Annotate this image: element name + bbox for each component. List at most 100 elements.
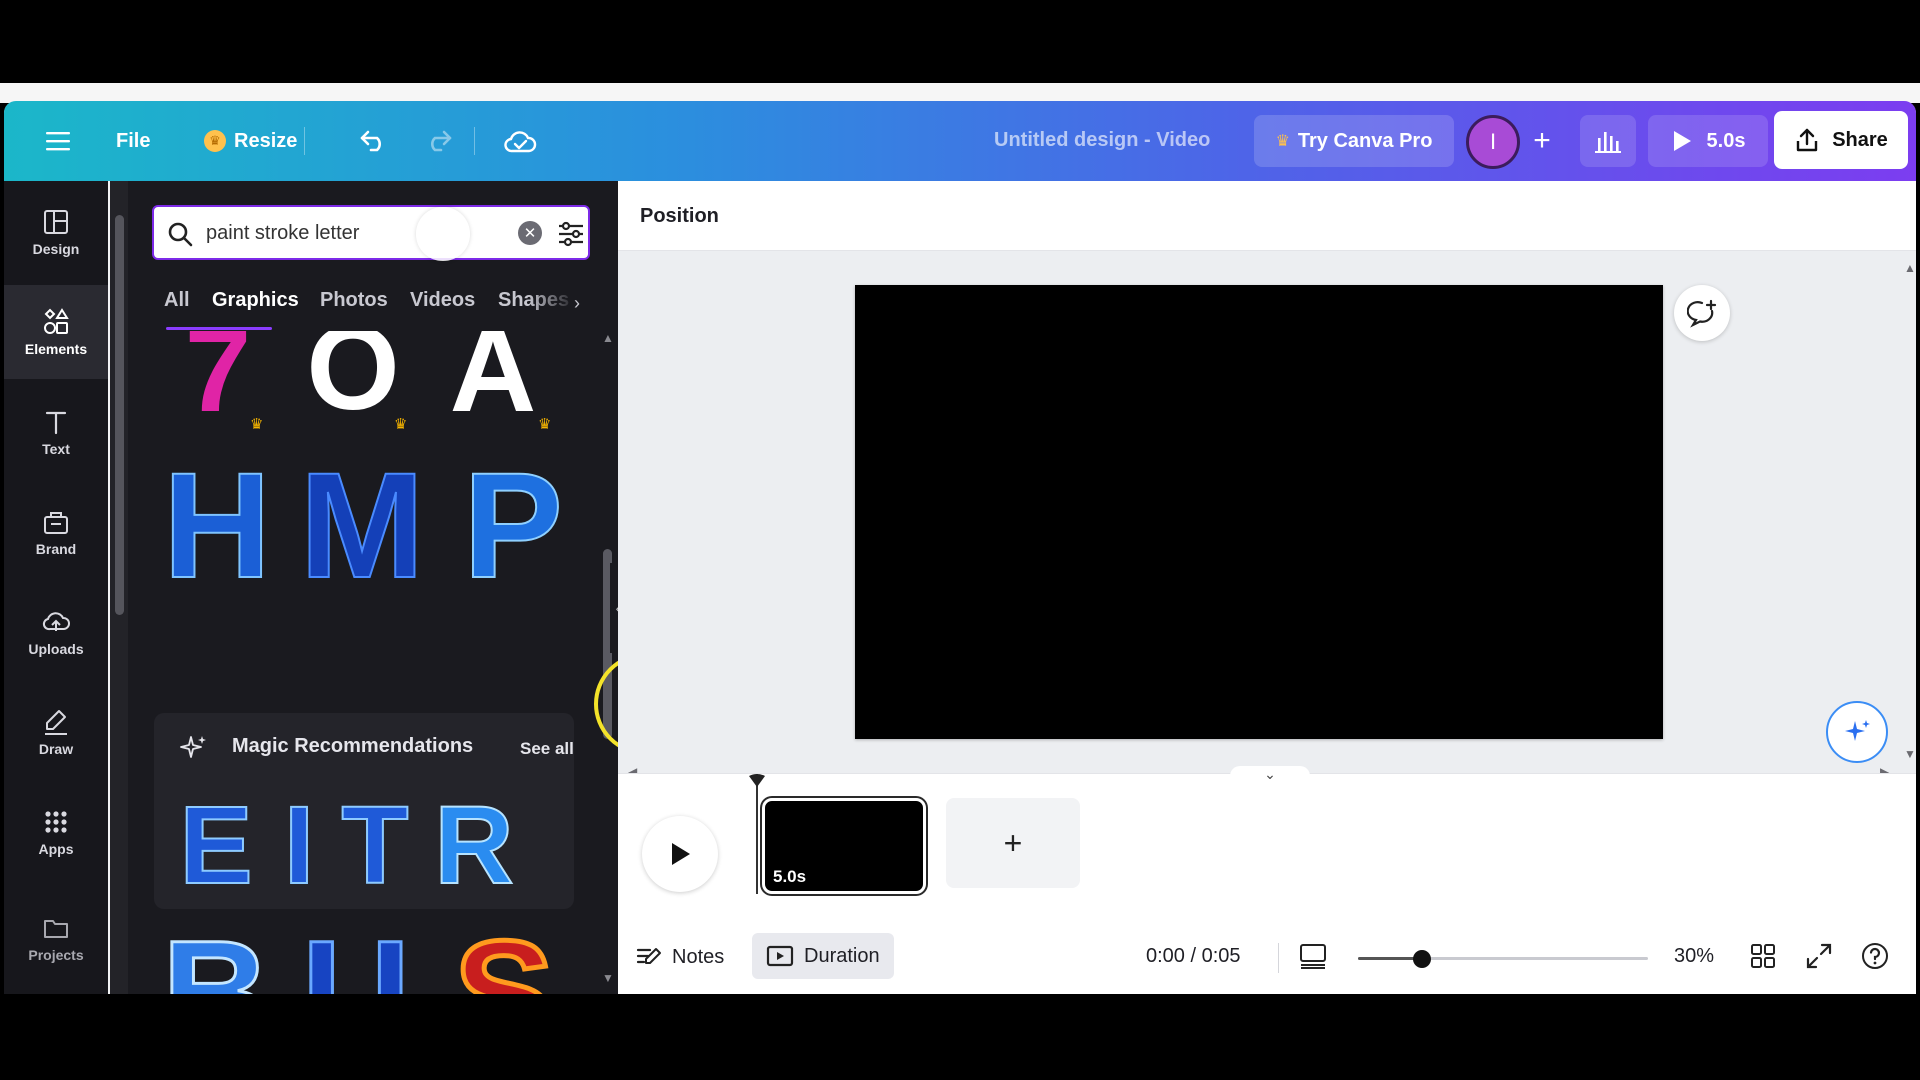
rail-item-apps[interactable]: Apps [4,785,108,879]
canvas-vertical-scrollbar[interactable]: ▲ ▼ [1902,251,1916,761]
graphic-result-r[interactable]: R [424,795,524,891]
graphic-result-p[interactable]: P [448,461,578,585]
undo-button[interactable] [354,121,394,161]
tab-photos[interactable]: Photos [320,289,388,312]
graphic-letter: U [302,925,410,994]
add-scene-button[interactable]: + [946,798,1080,888]
graphic-result-i[interactable]: I [264,795,334,891]
try-pro-button[interactable]: ♛ Try Canva Pro [1254,115,1454,167]
elements-panel: ✕ All Graphics Photos Videos Shapes › 7 … [128,181,696,994]
graphic-result-b[interactable]: B [154,925,278,994]
scroll-up-icon[interactable]: ▲ [1904,261,1916,275]
fullscreen-icon[interactable] [1804,941,1834,971]
playhead-handle[interactable] [748,774,766,788]
rail-label: Brand [35,541,77,557]
rail-item-brand[interactable]: Brand [4,485,108,579]
magic-recommendations-title: Magic Recommendations [232,735,474,757]
zoom-slider-handle[interactable] [1413,950,1432,968]
rail-label: Text [42,441,70,457]
crown-icon: ♛ [1275,133,1290,150]
help-icon[interactable] [1860,941,1890,971]
plus-icon: + [1533,124,1551,157]
premium-crown-icon: ♛ [250,416,264,433]
insights-button[interactable] [1580,115,1636,167]
zoom-percentage[interactable]: 30% [1674,945,1714,968]
scroll-down-icon[interactable]: ▼ [602,971,614,985]
graphic-result-e[interactable]: E [168,795,264,891]
rail-item-elements[interactable]: Elements [4,285,108,379]
filter-icon[interactable] [554,217,588,251]
playhead[interactable] [756,774,758,894]
tab-videos[interactable]: Videos [410,289,475,312]
graphic-result-m[interactable]: M [292,461,432,585]
scrollbar-thumb[interactable] [115,215,124,615]
add-comment-button[interactable] [1674,285,1730,341]
collapse-timeline-button[interactable]: ⌄ [1230,766,1310,786]
resize-button[interactable]: ♛ Resize [204,123,297,159]
context-toolbar: Position [618,181,1916,251]
rail-item-design[interactable]: Design [4,185,108,279]
graphic-letter: A [450,331,537,437]
rail-item-uploads[interactable]: Uploads [4,585,108,679]
rail-item-draw[interactable]: Draw [4,685,108,779]
resize-label: Resize [234,129,298,152]
scroll-down-icon[interactable]: ▼ [1904,747,1916,761]
rail-label: Apps [38,841,74,857]
graphic-letter: I [284,795,315,891]
magic-assistant-button[interactable] [1826,701,1888,763]
graphic-result-h[interactable]: H [152,461,282,585]
rail-item-text[interactable]: Text [4,385,108,479]
chevron-right-icon[interactable]: › [574,293,580,314]
cloud-check-icon [504,131,537,153]
page-view-icon[interactable] [1298,941,1328,971]
graphic-result-s[interactable]: S [442,925,566,994]
tab-graphics[interactable]: Graphics [212,289,299,312]
premium-crown-icon: ♛ [538,416,552,433]
plus-icon: + [1003,824,1023,861]
see-all-link[interactable]: See all [520,739,574,759]
rail-item-projects[interactable]: Projects [4,891,108,985]
graphic-letter: M [300,461,425,585]
present-button[interactable]: 5.0s [1648,115,1768,167]
timer-icon [766,945,794,967]
category-tabs: All Graphics Photos Videos Shapes › [128,281,618,331]
position-button[interactable]: Position [640,205,719,228]
share-button[interactable]: Share [1774,111,1908,169]
redo-button[interactable] [418,121,458,161]
clear-search-button[interactable]: ✕ [518,221,542,245]
rail-scrollbar[interactable] [110,181,130,994]
document-title[interactable]: Untitled design - Video [994,129,1210,152]
file-menu-button[interactable]: File [116,123,150,159]
left-rail: Design Elements Text Brand Uploads Draw [4,181,108,994]
canva-editor: File ♛ Resize Untitled design - Video ♛ … [4,101,1916,994]
graphic-result-u[interactable]: U [294,925,418,994]
active-tab-indicator [166,327,272,330]
graphic-letter: T [341,795,408,891]
folder-icon [44,920,68,938]
time-readout: 0:00 / 0:05 [1146,945,1241,967]
graphic-letter: R [434,795,513,891]
main-menu-button[interactable] [40,123,76,159]
play-button[interactable] [642,816,718,892]
results-grid: 7 ♛ O ♛ A ♛ H M P Magic Recommendations … [128,331,598,994]
notes-button[interactable]: Notes [636,937,724,977]
bar-chart-icon [1595,132,1621,153]
comment-add-icon [1687,299,1717,328]
scene-thumbnail[interactable]: 5.0s [762,798,926,894]
cloud-upload-icon [42,612,70,631]
hamburger-icon [46,132,70,151]
graphic-result-t[interactable]: T [330,795,420,891]
tab-all[interactable]: All [164,289,190,312]
loading-spinner [416,207,470,261]
shapes-icon [44,308,69,334]
add-collaborator-button[interactable]: + [1522,123,1562,159]
duration-button[interactable]: Duration [752,933,894,979]
avatar[interactable]: I [1466,115,1520,169]
zoom-slider[interactable] [1358,950,1648,968]
premium-crown-icon: ♛ [394,416,408,433]
scroll-up-icon[interactable]: ▲ [602,331,614,345]
rail-label: Elements [24,341,88,357]
grid-view-icon[interactable] [1748,941,1778,971]
save-status-button[interactable] [498,121,542,161]
design-canvas[interactable] [855,285,1663,739]
